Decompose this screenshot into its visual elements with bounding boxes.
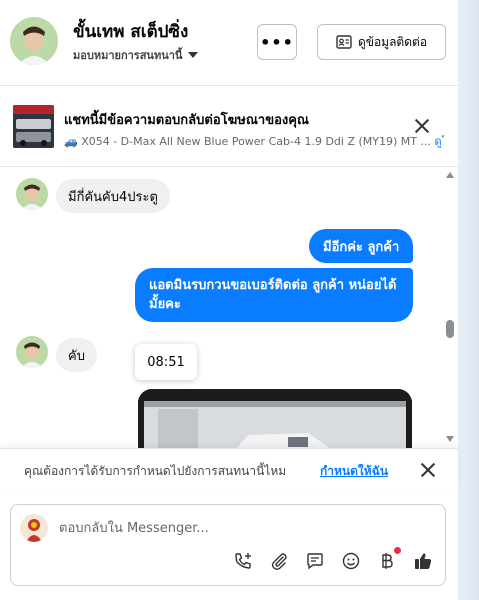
ad-reply-banner: แชทนี้มีข้อความตอบกลับต่อโฆษณาของคุณ 🚙 X… xyxy=(0,87,458,167)
attachment-icon[interactable] xyxy=(267,549,291,573)
emoji-icon[interactable] xyxy=(339,549,363,573)
avatar xyxy=(16,178,48,210)
ad-name: 🚙 X054 - D-Max All New Blue Power Cab-4 … xyxy=(64,135,431,148)
ad-banner-subtitle: 🚙 X054 - D-Max All New Blue Power Cab-4 … xyxy=(64,132,444,150)
outgoing-message[interactable]: มีอีกค่ะ ลูกค้า xyxy=(309,229,413,263)
chat-scrollbar[interactable] xyxy=(444,168,456,448)
chevron-down-icon xyxy=(188,52,199,58)
more-icon: ••• xyxy=(260,32,294,52)
scrollbar-thumb[interactable] xyxy=(446,320,454,338)
close-icon[interactable] xyxy=(420,462,436,478)
scroll-up-icon[interactable] xyxy=(446,172,454,178)
view-contact-label: ดูข้อมูลติดต่อ xyxy=(357,34,428,49)
contact-card-icon xyxy=(336,35,352,49)
assign-prompt-text: คุณต้องการได้รับการกำหนดไปยังการสนทนานี้… xyxy=(24,464,287,478)
scroll-down-icon[interactable] xyxy=(446,436,454,442)
more-options-button[interactable]: ••• xyxy=(257,24,297,60)
view-contact-button[interactable]: ดูข้อมูลติดต่อ xyxy=(317,24,446,60)
saved-reply-icon[interactable] xyxy=(303,549,327,573)
reply-input[interactable] xyxy=(59,515,429,541)
call-add-icon[interactable] xyxy=(231,549,255,573)
composer-toolbar xyxy=(231,547,435,573)
assign-label: มอบหมายการสนทนานี้ xyxy=(73,49,183,62)
incoming-message[interactable]: มีกี่คันคับ4ประตู xyxy=(56,179,170,213)
assign-prompt-bar: คุณต้องการได้รับการกำหนดไปยังการสนทนานี้… xyxy=(0,448,458,494)
close-icon[interactable] xyxy=(414,118,430,134)
thumbs-up-icon[interactable] xyxy=(411,549,435,573)
message-composer xyxy=(10,504,446,586)
baht-payment-icon[interactable] xyxy=(375,547,401,573)
view-ad-link[interactable]: ดูโ xyxy=(434,135,444,148)
conversation-header: ขั้นเทพ สเต็ปซิ่ง มอบหมายการสนทนานี้ •••… xyxy=(0,0,458,86)
notification-dot xyxy=(394,547,401,554)
assign-to-me-link[interactable]: กำหนดให้ฉัน xyxy=(320,462,388,481)
timestamp-tooltip: 08:51 xyxy=(135,344,197,380)
incoming-message[interactable]: คับ xyxy=(56,338,97,372)
avatar xyxy=(16,336,48,368)
assign-conversation-dropdown[interactable]: มอบหมายการสนทนานี้ xyxy=(73,46,199,64)
avatar[interactable] xyxy=(10,17,58,65)
conversation-panel: ขั้นเทพ สเต็ปซิ่ง มอบหมายการสนทนานี้ •••… xyxy=(0,0,458,600)
page-avatar xyxy=(20,514,48,542)
outgoing-message[interactable]: แอดมินรบกวนขอเบอร์ติดต่อ ลูกค้า หน่อยได้… xyxy=(135,268,413,322)
ad-thumbnail[interactable] xyxy=(13,105,54,148)
message-list: มีกี่คันคับ4ประตู มีอีกค่ะ ลูกค้า แอดมิน… xyxy=(0,168,458,448)
background-strip xyxy=(458,0,479,600)
ad-banner-title: แชทนี้มีข้อความตอบกลับต่อโฆษณาของคุณ xyxy=(64,113,309,128)
image-attachment[interactable] xyxy=(138,389,412,448)
contact-name: ขั้นเทพ สเต็ปซิ่ง xyxy=(73,22,189,42)
